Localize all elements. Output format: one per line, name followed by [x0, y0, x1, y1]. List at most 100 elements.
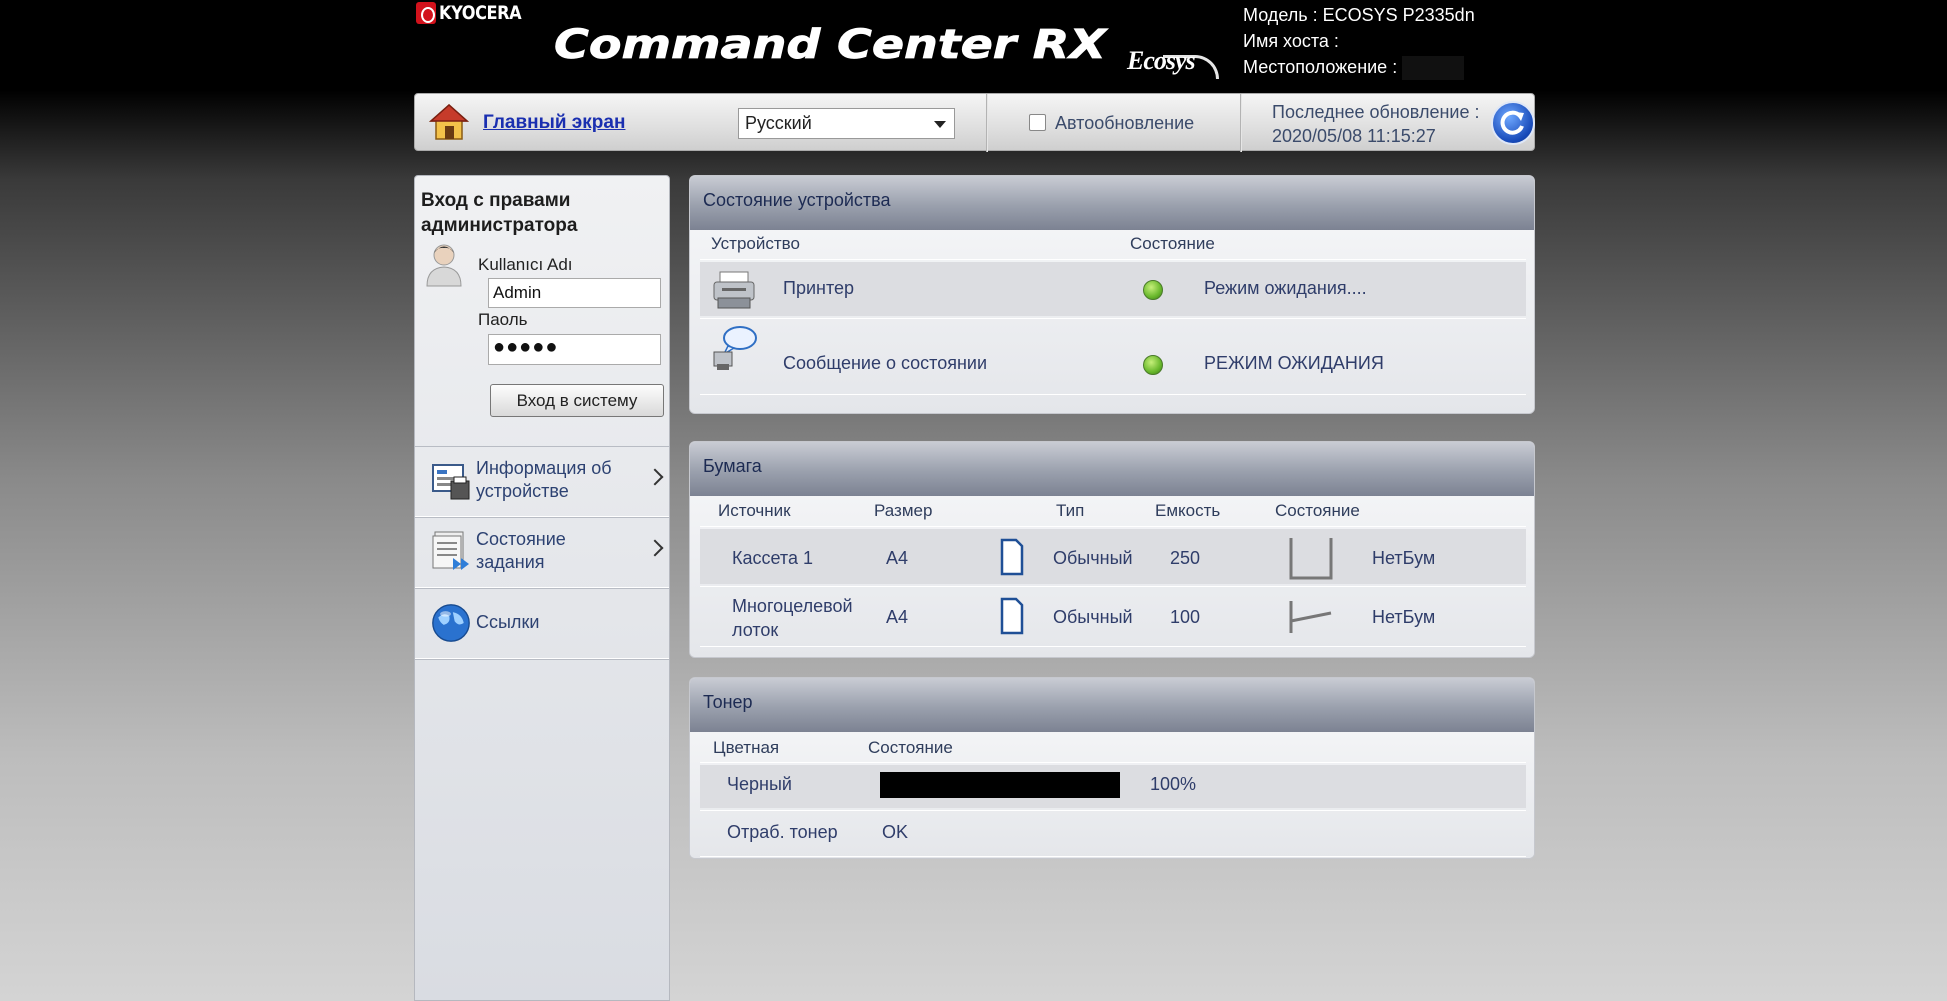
- sidebar: Вход с правами администратора Kullanıcı …: [414, 175, 670, 1001]
- col-toner-status-header: Состояние: [868, 738, 953, 757]
- paper-title: Бумага: [690, 442, 1534, 496]
- paper-body: Источник Размер Тип Емкость Состояние Ка…: [690, 496, 1534, 657]
- home-link[interactable]: Главный экран: [483, 112, 625, 134]
- nav-links[interactable]: Ссылки: [415, 588, 669, 659]
- ecosys-swoosh-icon: [1163, 55, 1219, 79]
- nav-device-info[interactable]: Информация об устройстве: [415, 446, 669, 517]
- login-title-line2: администратора: [421, 215, 578, 236]
- device-status-panel: Состояние устройства Устройство Состояни…: [689, 175, 1535, 414]
- refresh-button[interactable]: [1491, 101, 1535, 145]
- last-update-label: Последнее обновление :: [1272, 102, 1480, 122]
- divider: [700, 856, 1526, 857]
- paper-source: Кассета 1: [732, 548, 813, 568]
- paper-size: A4: [886, 607, 909, 627]
- nav-device-info-label: Информация об устройстве: [476, 457, 612, 503]
- device-status-body: Устройство Состояние Принтер Режим ожида…: [690, 230, 1534, 413]
- login-button[interactable]: Вход в систему: [490, 384, 664, 417]
- toner-panel: Тонер Цветная Состояние Черный 100% Отра…: [689, 677, 1535, 859]
- toner-level-bar: [880, 772, 1120, 798]
- job-status-icon: [432, 531, 469, 570]
- status-led-icon: [1143, 355, 1163, 375]
- col-paper-status-header: Состояние: [1275, 501, 1360, 520]
- nav-label-line1: Состояние: [476, 529, 566, 549]
- divider: [700, 394, 1526, 395]
- divider: [1240, 94, 1242, 152]
- col-type-header: Тип: [1056, 501, 1085, 520]
- device-status-message-label: Сообщение о состоянии: [783, 353, 988, 373]
- device-status-title: Состояние устройства: [690, 176, 1534, 230]
- device-info-header: Модель : ECOSYS P2335dn Имя хоста : Мест…: [1243, 2, 1475, 81]
- last-update: Последнее обновление : 2020/05/08 11:15:…: [1272, 100, 1479, 148]
- location-label: Местоположение :: [1243, 57, 1398, 77]
- brand-name: KYOCERA: [439, 2, 522, 24]
- col-size-header: Размер: [874, 501, 933, 520]
- app-title-text: Command Center RX: [554, 22, 1109, 68]
- col-device-header: Устройство: [711, 234, 800, 253]
- divider: [700, 526, 1526, 527]
- home-icon[interactable]: [429, 102, 469, 142]
- kyocera-logo: KYOCERA: [416, 2, 536, 24]
- host-label: Имя хоста :: [1243, 31, 1339, 51]
- paper-type: Обычный: [1053, 548, 1133, 568]
- divider: [415, 659, 669, 660]
- divider: [700, 810, 1526, 811]
- printer-icon: [713, 271, 755, 309]
- login-title-line1: Вход с правами: [421, 190, 571, 211]
- paper-panel: Бумага Источник Размер Тип Емкость Состо…: [689, 441, 1535, 658]
- app-title: Command Center RX: [554, 22, 1109, 69]
- waste-toner-label: Отраб. тонер: [727, 822, 838, 842]
- device-printer-label: Принтер: [783, 278, 855, 298]
- paper-capacity: 250: [1170, 548, 1201, 568]
- nav-links-label: Ссылки: [476, 612, 540, 632]
- location-row: Местоположение :: [1243, 54, 1475, 81]
- status-message-icon: [713, 326, 757, 370]
- user-avatar-icon: [426, 244, 462, 287]
- auto-refresh-label: Автообновление: [1055, 113, 1195, 133]
- paper-status: НетБум: [1372, 548, 1436, 568]
- paper-sheet-icon: [1000, 538, 1024, 576]
- language-selected: Русский: [745, 113, 812, 133]
- login-title: Вход с правами администратора: [421, 188, 577, 238]
- paper-sheet-icon: [1000, 597, 1024, 635]
- divider: [700, 646, 1526, 647]
- paper-source-line2: лоток: [732, 620, 779, 640]
- location-value: [1402, 56, 1465, 81]
- toner-level-value: 100%: [1150, 774, 1197, 794]
- chevron-down-icon: [934, 121, 946, 128]
- divider: [700, 259, 1526, 260]
- nav-label-line2: устройстве: [476, 481, 569, 501]
- top-bar: Главный экран Русский Автообновление Пос…: [414, 93, 1535, 152]
- col-source-header: Источник: [718, 501, 791, 520]
- model-label: Модель : ECOSYS P2335dn: [1243, 5, 1475, 25]
- nav-job-status[interactable]: Состояние задания: [415, 517, 669, 588]
- device-info-icon: [432, 464, 470, 500]
- username-label: Kullanıcı Adı: [478, 255, 573, 274]
- last-update-value: 2020/05/08 11:15:27: [1272, 126, 1436, 146]
- toner-title: Тонер: [690, 678, 1534, 732]
- toner-body: Цветная Состояние Черный 100% Отраб. тон…: [690, 732, 1534, 858]
- auto-refresh-checkbox[interactable]: [1029, 114, 1046, 131]
- divider: [700, 318, 1526, 319]
- globe-links-icon: [432, 604, 470, 642]
- col-color-header: Цветная: [713, 738, 780, 757]
- col-status-header: Состояние: [1130, 234, 1215, 253]
- paper-source-line1: Многоцелевой: [732, 596, 853, 616]
- password-input[interactable]: ●●●●●: [488, 334, 661, 365]
- paper-status: НетБум: [1372, 607, 1436, 627]
- password-label: Паоль: [478, 310, 528, 329]
- paper-capacity: 100: [1170, 607, 1201, 627]
- chevron-right-icon: [646, 468, 664, 486]
- language-select[interactable]: Русский: [738, 108, 955, 139]
- paper-size: A4: [886, 548, 909, 568]
- nav-label-line1: Информация об: [476, 458, 612, 478]
- status-message-value: РЕЖИМ ОЖИДАНИЯ: [1204, 353, 1384, 373]
- mp-tray-icon: [1289, 601, 1332, 633]
- status-led-icon: [1143, 280, 1163, 300]
- paper-type: Обычный: [1053, 607, 1133, 627]
- printer-status: Режим ожидания....: [1204, 278, 1367, 298]
- username-input[interactable]: [488, 278, 661, 308]
- paper-source: Многоцелевой лоток: [732, 594, 853, 642]
- nav-label-line2: задания: [476, 552, 545, 572]
- waste-toner-status: OK: [882, 822, 909, 842]
- col-capacity-header: Емкость: [1155, 501, 1221, 520]
